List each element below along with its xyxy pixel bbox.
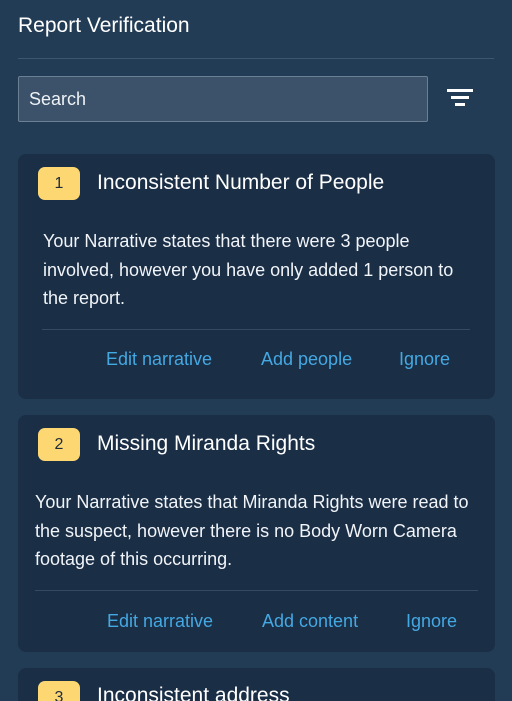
add-content-link[interactable]: Add content	[262, 609, 358, 633]
report-verification-panel: Report Verification 1 Inconsistent Numbe…	[0, 0, 512, 701]
filter-button[interactable]	[444, 84, 476, 114]
header-divider	[18, 58, 494, 59]
card-divider	[35, 590, 478, 591]
issue-card: 1 Inconsistent Number of People Your Nar…	[18, 154, 495, 399]
issue-number-badge: 3	[38, 681, 80, 701]
issue-card: 3 Inconsistent address	[18, 668, 495, 701]
issue-title: Inconsistent address	[97, 684, 290, 701]
search-input[interactable]	[18, 76, 428, 122]
issue-title: Inconsistent Number of People	[97, 171, 385, 194]
ignore-link[interactable]: Ignore	[406, 609, 457, 633]
issue-number-badge: 2	[38, 428, 80, 461]
filter-icon	[447, 89, 473, 106]
issue-title: Missing Miranda Rights	[97, 432, 316, 455]
issue-number-badge: 1	[38, 167, 80, 200]
panel-title: Report Verification	[18, 14, 190, 37]
edit-narrative-link[interactable]: Edit narrative	[106, 347, 212, 371]
card-divider	[42, 329, 470, 330]
issue-card: 2 Missing Miranda Rights Your Narrative …	[18, 415, 495, 652]
edit-narrative-link[interactable]: Edit narrative	[107, 609, 213, 633]
issue-description: Your Narrative states that Miranda Right…	[35, 492, 469, 569]
issue-description: Your Narrative states that there were 3 …	[43, 231, 454, 308]
ignore-link[interactable]: Ignore	[399, 347, 450, 371]
add-people-link[interactable]: Add people	[261, 347, 352, 371]
